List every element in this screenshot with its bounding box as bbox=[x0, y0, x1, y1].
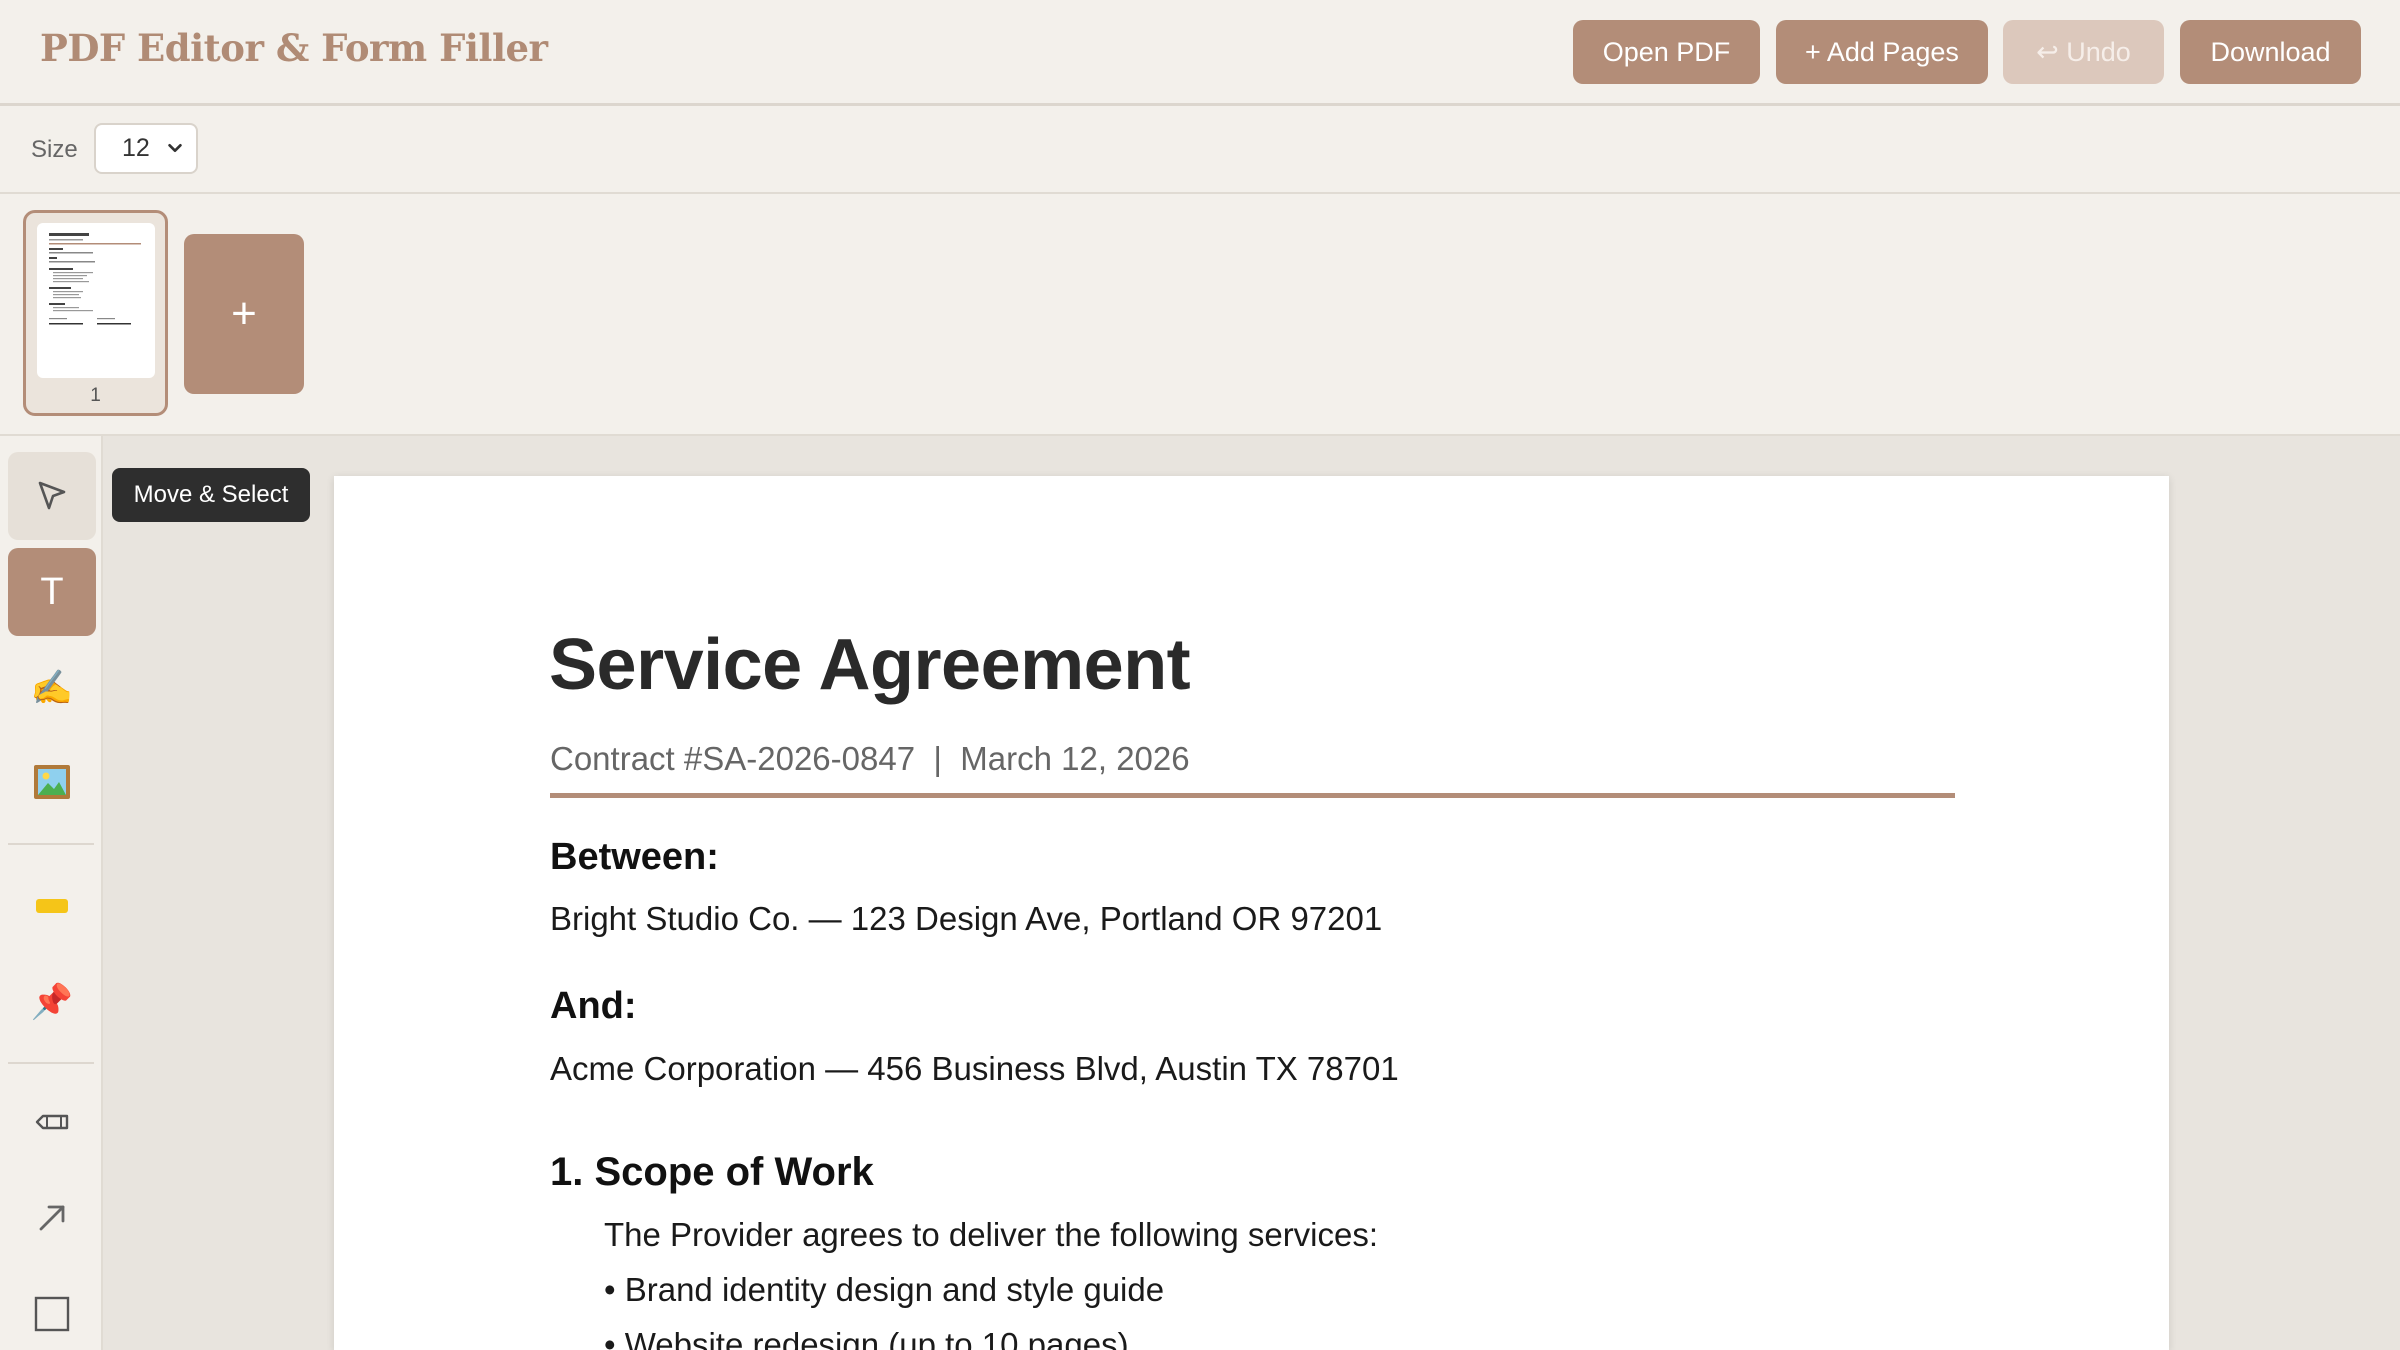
pencil-icon bbox=[35, 1114, 69, 1130]
signature-tool-button[interactable]: ✍️ bbox=[8, 644, 96, 732]
arrow-tool-button[interactable] bbox=[8, 1174, 96, 1262]
add-page-button[interactable]: + bbox=[184, 234, 304, 394]
writing-hand-icon: ✍️ bbox=[30, 669, 74, 707]
document-title: Service Agreement bbox=[549, 625, 1191, 705]
highlighter-icon bbox=[36, 899, 68, 913]
pushpin-icon: 📌 bbox=[30, 983, 74, 1021]
section1-heading: 1. Scope of Work bbox=[550, 1150, 874, 1194]
size-label: Size bbox=[31, 136, 78, 163]
options-bar: Size 12 bbox=[0, 106, 2400, 194]
section1-intro: The Provider agrees to deliver the follo… bbox=[604, 1216, 1379, 1253]
page-thumbnails: 1 + bbox=[0, 194, 2400, 436]
tool-tooltip: Move & Select bbox=[112, 468, 310, 522]
list-item: • Brand identity design and style guide bbox=[604, 1271, 1165, 1308]
download-button[interactable]: Download bbox=[2180, 20, 2361, 84]
and-text: Acme Corporation — 456 Business Blvd, Au… bbox=[550, 1050, 1399, 1087]
page-thumbnail[interactable]: 1 bbox=[23, 210, 168, 416]
tool-sidebar: T ✍️ 📌 bbox=[0, 436, 103, 1350]
open-pdf-button[interactable]: Open PDF bbox=[1573, 20, 1760, 84]
cursor-arrow-icon bbox=[38, 481, 66, 510]
draw-tool-button[interactable] bbox=[8, 1078, 96, 1166]
font-size-select[interactable]: 12 bbox=[94, 123, 198, 174]
image-tool-button[interactable] bbox=[8, 738, 96, 826]
thumbnail-preview bbox=[37, 223, 155, 378]
add-pages-button[interactable]: + Add Pages bbox=[1776, 20, 1988, 84]
rectangle-tool-button[interactable] bbox=[8, 1270, 96, 1350]
app-header: PDF Editor & Form Filler Open PDF + Add … bbox=[0, 0, 2400, 106]
font-size-value: 12 bbox=[122, 134, 150, 162]
chevron-down-icon bbox=[168, 143, 182, 153]
between-heading: Between: bbox=[550, 836, 719, 878]
text-icon: T bbox=[40, 570, 64, 613]
title-divider bbox=[550, 793, 1955, 798]
undo-button[interactable]: ↩ Undo bbox=[2003, 20, 2164, 84]
note-tool-button[interactable]: 📌 bbox=[8, 958, 96, 1046]
framed-picture-icon bbox=[34, 765, 70, 799]
app-title: PDF Editor & Form Filler bbox=[40, 26, 548, 70]
toolbar-divider bbox=[8, 1062, 94, 1064]
and-heading: And: bbox=[550, 985, 637, 1027]
pdf-page[interactable]: Service Agreement Contract #SA-2026-0847… bbox=[334, 476, 2169, 1350]
rectangle-icon bbox=[34, 1296, 70, 1332]
thumbnail-preview-image bbox=[49, 233, 141, 325]
between-text: Bright Studio Co. — 123 Design Ave, Port… bbox=[550, 900, 1383, 937]
text-tool-button[interactable]: T bbox=[8, 548, 96, 636]
highlight-tool-button[interactable] bbox=[8, 862, 96, 950]
thumbnail-page-number: 1 bbox=[90, 385, 101, 406]
toolbar-divider bbox=[8, 843, 94, 845]
select-tool-button[interactable] bbox=[8, 452, 96, 540]
document-subtitle: Contract #SA-2026-0847 | March 12, 2026 bbox=[550, 740, 1190, 777]
arrow-icon bbox=[39, 1205, 65, 1231]
list-item: • Website redesign (up to 10 pages) bbox=[604, 1326, 1129, 1350]
